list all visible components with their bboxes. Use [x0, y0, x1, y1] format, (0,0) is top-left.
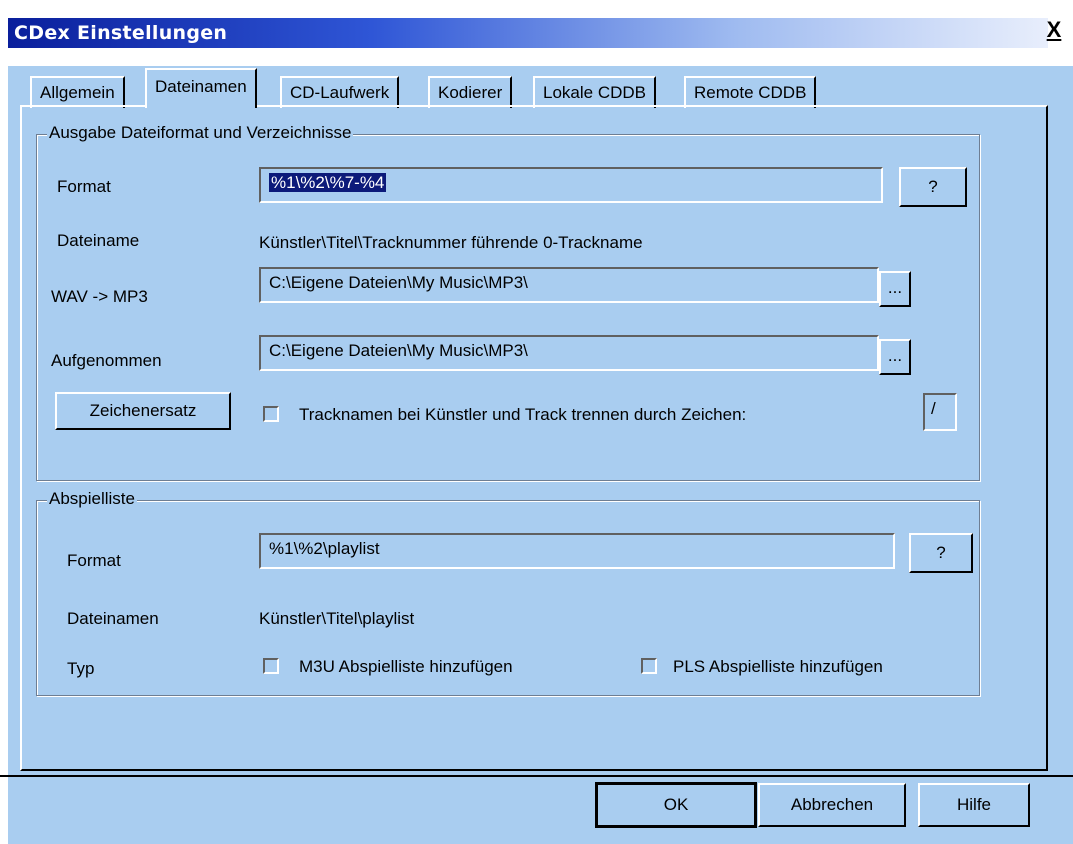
playlist-type-label: Typ	[67, 659, 95, 678]
pls-label: PLS Abspielliste hinzufügen	[673, 657, 883, 676]
recorded-path-input[interactable]: C:\Eigene Dateien\My Music\MP3\	[259, 335, 879, 371]
window-title: CDex Einstellungen	[14, 22, 228, 44]
playlist-filename-preview: Künstler\Titel\playlist	[259, 609, 415, 628]
playlist-group: Abspielliste Format %1\%2\playlist ? Dat…	[36, 489, 980, 696]
tab-panel: Ausgabe Dateiformat und Verzeichnisse Fo…	[20, 105, 1048, 771]
m3u-checkbox[interactable]	[263, 658, 279, 674]
recorded-label: Aufgenommen	[51, 351, 162, 370]
tab-remote-cddb[interactable]: Remote CDDB	[684, 76, 817, 108]
close-icon[interactable]: X	[1042, 17, 1066, 43]
wav-mp3-browse-button[interactable]: ...	[879, 271, 911, 307]
title-bar: CDex Einstellungen X	[0, 0, 1073, 66]
char-replace-button[interactable]: Zeichenersatz	[55, 392, 231, 430]
help-button[interactable]: Hilfe	[918, 783, 1030, 827]
output-group-label: Ausgabe Dateiformat und Verzeichnisse	[47, 123, 354, 143]
playlist-filename-label: Dateinamen	[67, 609, 159, 628]
split-label: Tracknamen bei Künstler und Track trenne…	[299, 405, 747, 424]
filename-preview: Künstler\Titel\Tracknummer führende 0-Tr…	[259, 233, 643, 252]
playlist-group-label: Abspielliste	[47, 489, 137, 509]
m3u-label: M3U Abspielliste hinzufügen	[299, 657, 513, 676]
filename-label: Dateiname	[57, 231, 140, 250]
tab-lokale-cddb[interactable]: Lokale CDDB	[533, 76, 656, 108]
bottom-separator	[0, 775, 1073, 777]
wav-mp3-path-input[interactable]: C:\Eigene Dateien\My Music\MP3\	[259, 267, 879, 303]
format-value: %1\%2\%7-%4	[269, 173, 387, 192]
format-input[interactable]: %1\%2\%7-%4	[259, 167, 883, 203]
playlist-help-button[interactable]: ?	[909, 533, 973, 573]
format-label: Format	[57, 177, 111, 196]
tab-dateinamen[interactable]: Dateinamen	[145, 68, 257, 108]
playlist-format-label: Format	[67, 551, 121, 570]
wav-mp3-label: WAV -> MP3	[51, 287, 148, 306]
recorded-browse-button[interactable]: ...	[879, 339, 911, 375]
output-group: Ausgabe Dateiformat und Verzeichnisse Fo…	[36, 123, 980, 481]
split-char-input[interactable]: /	[923, 393, 957, 431]
pls-checkbox[interactable]	[641, 658, 657, 674]
tab-cd-laufwerk[interactable]: CD-Laufwerk	[280, 76, 400, 108]
playlist-format-input[interactable]: %1\%2\playlist	[259, 533, 895, 569]
split-checkbox[interactable]	[263, 406, 279, 422]
tab-allgemein[interactable]: Allgemein	[30, 76, 125, 108]
ok-button[interactable]: OK	[595, 782, 757, 828]
window-frame-left	[0, 66, 8, 844]
format-help-button[interactable]: ?	[899, 167, 967, 207]
tab-kodierer[interactable]: Kodierer	[428, 76, 513, 108]
cancel-button[interactable]: Abbrechen	[758, 783, 906, 827]
